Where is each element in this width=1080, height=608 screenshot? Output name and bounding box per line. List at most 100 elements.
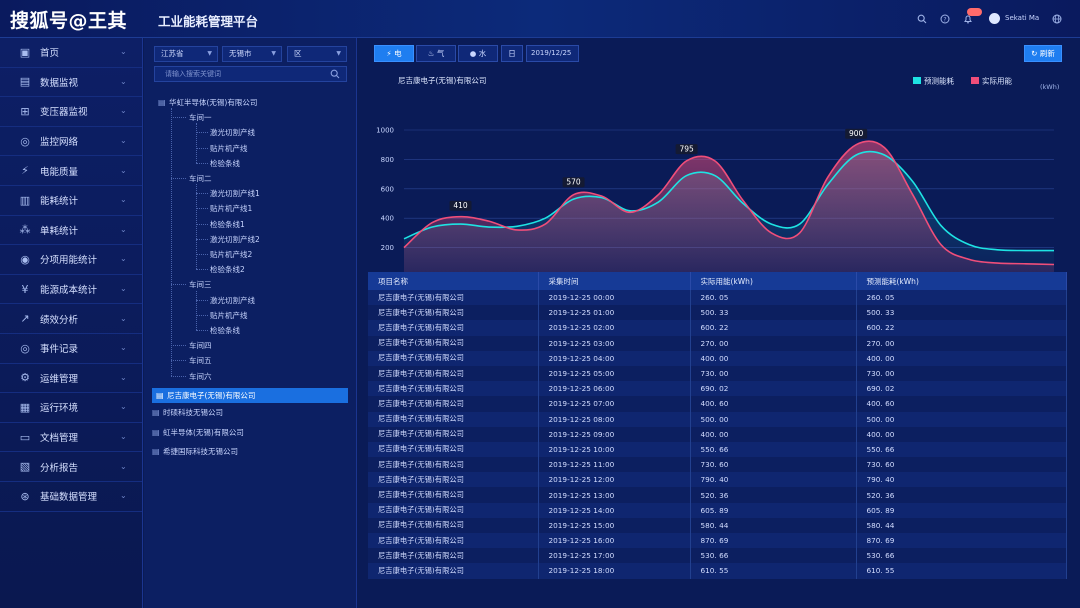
tree-leaf[interactable]: 检验条线 (210, 325, 240, 336)
column-header[interactable]: 采集时间 (538, 272, 691, 290)
table-row[interactable]: 尼吉康电子(无锡)有限公司 2019-12-25 01:00 500. 33 500.… (368, 305, 1067, 321)
tab-electric[interactable]: ⚡ 电 (374, 45, 414, 62)
globe-icon[interactable] (1052, 14, 1062, 24)
tree-node-label: 检验条线1 (210, 219, 245, 229)
data-table-wrap: 项目名称 采集时间 实际用能(kWh) 预测能耗(kWh) 尼吉康电子(无锡)有限公司… (368, 272, 1067, 608)
tree-workshop[interactable]: 车间一 (189, 112, 212, 123)
date-field[interactable]: 2019/12/25 (526, 45, 579, 62)
refresh-icon: ↻ (1031, 49, 1038, 58)
sidebar-item[interactable]: ◎ 监控网络 ⌄ (0, 127, 142, 157)
sidebar-item[interactable]: ▭ 文档管理 ⌄ (0, 423, 142, 453)
district-select[interactable]: 区 ▼ (287, 46, 347, 62)
tree-workshop[interactable]: 车间四 (189, 340, 212, 351)
sidebar-item[interactable]: ▦ 运行环境 ⌄ (0, 393, 142, 423)
tree-connector (171, 345, 186, 347)
table-row[interactable]: 尼吉康电子(无锡)有限公司 2019-12-25 07:00 400. 60 400.… (368, 396, 1067, 412)
table-row[interactable]: 尼吉康电子(无锡)有限公司 2019-12-25 05:00 730. 00 730.… (368, 365, 1067, 382)
tree-root[interactable]: ▤ 虹半导体(无锡)有限公司 (152, 427, 244, 438)
username[interactable]: Sekati Ma (1005, 14, 1039, 22)
column-header[interactable]: 实际用能(kWh) (690, 272, 857, 290)
tree-leaf[interactable]: 检验条线1 (210, 219, 245, 230)
sidebar-item[interactable]: ▣ 首页 ⌄ (0, 38, 142, 68)
chevron-down-icon: ▼ (336, 50, 341, 57)
table-row[interactable]: 尼吉康电子(无锡)有限公司 2019-12-25 04:00 400. 00 400.… (368, 350, 1067, 366)
report-icon: ▧ (19, 460, 31, 474)
tree-workshop[interactable]: 车间三 (189, 279, 212, 290)
tree-root[interactable]: ▤ 时硕科技无锡公司 (152, 407, 223, 418)
sidebar-item[interactable]: ⊞ 变压器监视 ⌄ (0, 97, 142, 127)
sidebar-item[interactable]: ◎ 事件记录 ⌄ (0, 334, 142, 364)
tree-workshop[interactable]: 车间二 (189, 173, 212, 184)
tree-leaf[interactable]: 贴片机产线2 (210, 249, 252, 260)
table-row[interactable]: 尼吉康电子(无锡)有限公司 2019-12-25 15:00 580. 44 580.… (368, 517, 1067, 533)
tree-workshop[interactable]: 车间六 (189, 371, 212, 382)
sidebar-item[interactable]: ◉ 分项用能统计 ⌄ (0, 245, 142, 275)
tree-root[interactable]: ▤ 华虹半导体(无锡)有限公司 (158, 97, 257, 108)
table-cell: 2019-12-25 13:00 (538, 487, 691, 503)
sidebar-item[interactable]: ↗ 绩效分析 ⌄ (0, 304, 142, 334)
tree-leaf[interactable]: 检验条线 (210, 158, 240, 169)
legend-swatch (913, 77, 921, 84)
table-row[interactable]: 尼吉康电子(无锡)有限公司 2019-12-25 12:00 790. 40 790.… (368, 472, 1067, 488)
tab-gas-label: 气 (436, 49, 445, 58)
sidebar-item[interactable]: ▥ 能耗统计 ⌄ (0, 186, 142, 216)
tree-connector (196, 254, 208, 255)
table-row[interactable]: 尼吉康电子(无锡)有限公司 2019-12-25 03:00 270. 00 270.… (368, 335, 1067, 351)
avatar[interactable] (989, 13, 1000, 24)
chevron-down-icon: ⌄ (120, 224, 127, 234)
tree-leaf[interactable]: 激光切割产线 (210, 127, 255, 138)
table-cell: 尼吉康电子(无锡)有限公司 (368, 472, 539, 488)
table-cell: 2019-12-25 05:00 (538, 365, 691, 382)
table-row[interactable]: 尼吉康电子(无锡)有限公司 2019-12-25 00:00 260. 05 260.… (368, 290, 1067, 306)
table-row[interactable]: 尼吉康电子(无锡)有限公司 2019-12-25 09:00 400. 00 400.… (368, 426, 1067, 442)
table-row[interactable]: 尼吉康电子(无锡)有限公司 2019-12-25 06:00 690. 02 690.… (368, 381, 1067, 397)
tree-leaf[interactable]: 贴片机产线1 (210, 203, 252, 214)
table-cell: 550. 66 (690, 441, 857, 458)
sidebar-item[interactable]: ⚡ 电能质量 ⌄ (0, 156, 142, 186)
sidebar-item[interactable]: ▧ 分析报告 ⌄ (0, 452, 142, 482)
chevron-down-icon: ⌄ (120, 343, 127, 353)
help-icon[interactable]: ? (940, 14, 950, 24)
sidebar-item[interactable]: ¥ 能源成本统计 ⌄ (0, 275, 142, 305)
table-row[interactable]: 尼吉康电子(无锡)有限公司 2019-12-25 11:00 730. 60 730.… (368, 457, 1067, 473)
table-cell: 690. 02 (856, 381, 1067, 397)
tree-root-selected[interactable]: ▤ 尼吉康电子(无锡)有限公司 (152, 387, 348, 403)
sidebar-item[interactable]: ⚙ 运维管理 ⌄ (0, 364, 142, 394)
search-input[interactable] (155, 67, 325, 81)
table-row[interactable]: 尼吉康电子(无锡)有限公司 2019-12-25 17:00 530. 66 530.… (368, 548, 1067, 564)
sidebar-item[interactable]: ▤ 数据监视 ⌄ (0, 68, 142, 98)
chevron-down-icon: ⌄ (120, 47, 127, 57)
city-select[interactable]: 无锡市 ▼ (222, 46, 282, 62)
tree-leaf[interactable]: 激光切割产线1 (210, 188, 260, 199)
tree-leaf[interactable]: 激光切割产线 (210, 295, 255, 306)
search-icon[interactable] (330, 69, 340, 79)
tree-leaf[interactable]: 激光切割产线2 (210, 234, 260, 245)
column-header[interactable]: 预测能耗(kWh) (856, 272, 1067, 290)
refresh-button[interactable]: ↻ 刷新 (1024, 45, 1062, 62)
tab-water[interactable]: ● 水 (458, 45, 498, 62)
table-row[interactable]: 尼吉康电子(无锡)有限公司 2019-12-25 16:00 870. 69 870.… (368, 533, 1067, 549)
tree-leaf[interactable]: 贴片机产线 (210, 143, 248, 154)
province-select[interactable]: 江苏省 ▼ (154, 46, 218, 62)
table-row[interactable]: 尼吉康电子(无锡)有限公司 2019-12-25 14:00 605. 89 605.… (368, 502, 1067, 518)
table-cell: 600. 22 (690, 320, 857, 336)
tree-workshop[interactable]: 车间五 (189, 355, 212, 366)
period-day[interactable]: 日 (501, 45, 523, 62)
sidebar-item[interactable]: ⁂ 单耗统计 ⌄ (0, 216, 142, 246)
tree-leaf[interactable]: 贴片机产线 (210, 310, 248, 321)
search-icon[interactable] (917, 14, 927, 24)
sidebar-item[interactable]: ⊛ 基础数据管理 ⌄ (0, 482, 142, 512)
table-row[interactable]: 尼吉康电子(无锡)有限公司 2019-12-25 10:00 550. 66 550.… (368, 441, 1067, 458)
table-row[interactable]: 尼吉康电子(无锡)有限公司 2019-12-25 02:00 600. 22 600.… (368, 320, 1067, 336)
table-cell: 2019-12-25 10:00 (538, 441, 691, 458)
tab-gas[interactable]: ♨ 气 (416, 45, 456, 62)
tree-node-label: 华虹半导体(无锡)有限公司 (169, 98, 258, 107)
table-row[interactable]: 尼吉康电子(无锡)有限公司 2019-12-25 08:00 500. 00 500.… (368, 411, 1067, 427)
tree-leaf[interactable]: 检验条线2 (210, 264, 245, 275)
sidebar-item-label: 文档管理 (40, 433, 79, 445)
district-value: 区 (294, 49, 302, 58)
table-row[interactable]: 尼吉康电子(无锡)有限公司 2019-12-25 13:00 520. 36 520.… (368, 487, 1067, 503)
table-row[interactable]: 尼吉康电子(无锡)有限公司 2019-12-25 18:00 610. 55 610.… (368, 563, 1067, 579)
tree-root[interactable]: ▤ 希捷国际科技无锡公司 (152, 446, 238, 457)
column-header[interactable]: 项目名称 (368, 272, 539, 290)
